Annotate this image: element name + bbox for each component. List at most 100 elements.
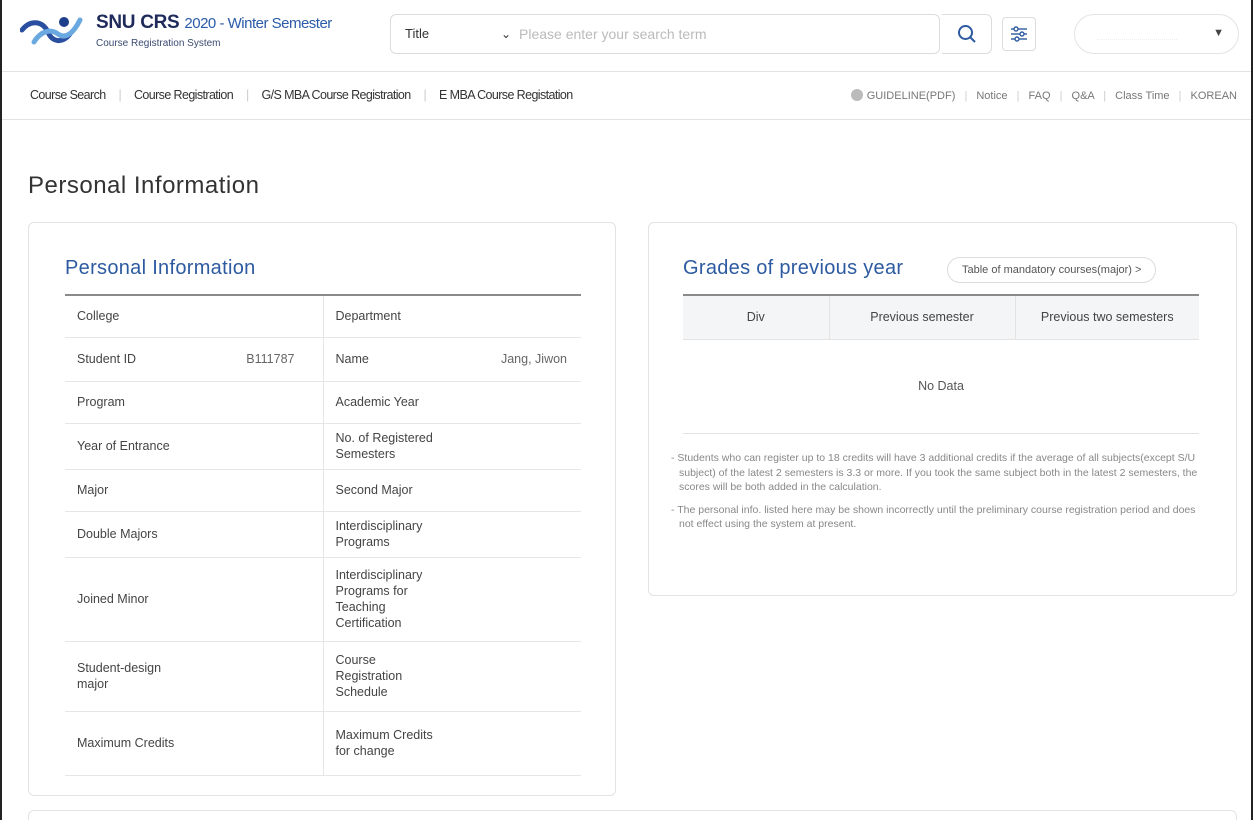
logo-title: SNU CRS 2020 - Winter Semester bbox=[96, 12, 332, 34]
info-value bbox=[193, 641, 323, 712]
user-menu[interactable]: ▼ bbox=[1074, 14, 1239, 54]
search-icon bbox=[957, 25, 976, 43]
nav-divider: | bbox=[245, 88, 249, 102]
nav-course-registration[interactable]: Course Registration bbox=[134, 88, 234, 102]
nav-divider: | bbox=[118, 88, 122, 102]
info-label: Student-design major bbox=[65, 641, 193, 712]
info-row: Joined Minor Interdisciplinary Programs f… bbox=[65, 557, 581, 642]
nav-emba-registration[interactable]: E MBA Course Registation bbox=[439, 88, 573, 102]
info-label: Maximum Credits bbox=[65, 711, 193, 776]
info-row: Program Academic Year bbox=[65, 381, 581, 424]
info-label: Joined Minor bbox=[65, 557, 193, 642]
top-header: SNU CRS 2020 - Winter Semester Course Re… bbox=[2, 0, 1251, 72]
info-value bbox=[193, 295, 323, 338]
info-value bbox=[193, 511, 323, 558]
snu-logo-icon bbox=[20, 17, 83, 45]
info-value bbox=[453, 423, 581, 470]
snu-crs-logo[interactable]: SNU CRS 2020 - Winter Semester Course Re… bbox=[20, 10, 380, 60]
info-label: Academic Year bbox=[322, 381, 453, 424]
info-label: No. of Registered Semesters bbox=[322, 423, 453, 470]
info-row: Student-design major Course Registration … bbox=[65, 641, 581, 712]
nav-course-search[interactable]: Course Search bbox=[30, 88, 106, 102]
nav-divider: | bbox=[1016, 90, 1020, 102]
info-label: Student ID bbox=[65, 337, 193, 382]
search-input[interactable] bbox=[519, 21, 919, 47]
filter-button[interactable] bbox=[1002, 17, 1036, 51]
column-header-div: Div bbox=[683, 295, 829, 340]
info-value: Jang, Jiwon bbox=[453, 337, 581, 382]
grades-notes: - Students who can register up to 18 cre… bbox=[667, 451, 1207, 540]
note-personal-info: - The personal info. listed here may be … bbox=[671, 503, 1196, 531]
page-title: Personal Information bbox=[28, 172, 260, 199]
info-label: Interdisciplinary Programs for Teaching … bbox=[322, 557, 453, 642]
info-label: Maximum Credits for change bbox=[322, 711, 453, 776]
nav-divider: | bbox=[1059, 90, 1063, 102]
column-header-previous-semester: Previous semester bbox=[828, 295, 1015, 340]
info-label: Name bbox=[322, 337, 453, 382]
info-value bbox=[453, 511, 581, 558]
logo-title-text: SNU CRS bbox=[96, 12, 180, 33]
empty-state: No Data bbox=[683, 339, 1199, 434]
info-value bbox=[453, 381, 581, 424]
info-value bbox=[193, 557, 323, 642]
user-name-placeholder bbox=[1097, 28, 1177, 40]
nav-divider: | bbox=[1178, 90, 1182, 102]
info-label: Course Registration Schedule bbox=[322, 641, 453, 712]
nav-divider: | bbox=[964, 90, 968, 102]
info-row: Major Second Major bbox=[65, 469, 581, 512]
faq-link[interactable]: FAQ bbox=[1029, 90, 1051, 102]
logo-subtitle: Course Registration System bbox=[96, 38, 221, 49]
mandatory-courses-button[interactable]: Table of mandatory courses(major) > bbox=[947, 257, 1157, 283]
nav-divider: | bbox=[423, 88, 427, 102]
info-row: Double Majors Interdisciplinary Programs bbox=[65, 511, 581, 558]
info-label: Major bbox=[65, 469, 193, 512]
info-label: Double Majors bbox=[65, 511, 193, 558]
guideline-link[interactable]: GUIDELINE(PDF) bbox=[867, 90, 956, 102]
info-label: College bbox=[65, 295, 193, 338]
grades-table: Div Previous semester Previous two semes… bbox=[683, 294, 1199, 434]
info-label: Program bbox=[65, 381, 193, 424]
info-label: Second Major bbox=[322, 469, 453, 512]
semester-label: 2020 - Winter Semester bbox=[184, 15, 332, 32]
utility-links: GUIDELINE(PDF) | Notice | FAQ | Q&A | Cl… bbox=[850, 89, 1237, 102]
info-value bbox=[453, 295, 581, 338]
info-label: Year of Entrance bbox=[65, 423, 193, 470]
lower-section-card bbox=[28, 810, 1237, 820]
info-row: College Department bbox=[65, 295, 581, 338]
personal-info-title: Personal Information bbox=[65, 257, 256, 279]
info-value bbox=[193, 381, 323, 424]
qna-link[interactable]: Q&A bbox=[1072, 90, 1095, 102]
info-value bbox=[193, 423, 323, 470]
personal-info-table: College Department Student ID B111787 Name Ja… bbox=[65, 294, 581, 776]
info-value bbox=[453, 469, 581, 512]
search-type-select[interactable]: Title bbox=[405, 26, 429, 41]
main-nav: Course Search | Course Registration | G/… bbox=[2, 72, 1251, 120]
nav-divider: | bbox=[1103, 90, 1107, 102]
notice-link[interactable]: Notice bbox=[976, 90, 1007, 102]
info-row: Student ID B111787 Name Jang, Jiwon bbox=[65, 337, 581, 382]
search-box: Title ⌄ bbox=[390, 14, 940, 54]
info-value bbox=[453, 641, 581, 712]
info-value: B111787 bbox=[193, 337, 323, 382]
info-label: Interdisciplinary Programs bbox=[322, 511, 453, 558]
grades-title: Grades of previous year bbox=[683, 257, 904, 279]
column-header-previous-two-semesters: Previous two semesters bbox=[1014, 295, 1199, 340]
guideline-icon bbox=[850, 89, 863, 101]
caret-down-icon: ▼ bbox=[1213, 27, 1224, 39]
note-credit-bonus: - Students who can register up to 18 cre… bbox=[671, 452, 1198, 493]
language-toggle[interactable]: KOREAN bbox=[1191, 90, 1237, 102]
info-value bbox=[193, 711, 323, 776]
nav-menu: Course Search | Course Registration | G/… bbox=[30, 88, 573, 102]
info-label: Department bbox=[322, 295, 453, 338]
class-time-link[interactable]: Class Time bbox=[1115, 90, 1169, 102]
info-row: Year of Entrance No. of Registered Semest… bbox=[65, 423, 581, 470]
grades-card: Grades of previous year Table of mandato… bbox=[648, 222, 1237, 596]
info-value bbox=[193, 469, 323, 512]
chevron-down-icon[interactable]: ⌄ bbox=[501, 27, 511, 41]
info-value bbox=[453, 557, 581, 642]
personal-info-card: Personal Information College Department St… bbox=[28, 222, 616, 796]
info-value bbox=[453, 711, 581, 776]
filter-sliders-icon bbox=[1011, 26, 1027, 42]
search-button[interactable] bbox=[942, 14, 992, 54]
nav-gs-mba-registration[interactable]: G/S MBA Course Registration bbox=[261, 88, 411, 102]
